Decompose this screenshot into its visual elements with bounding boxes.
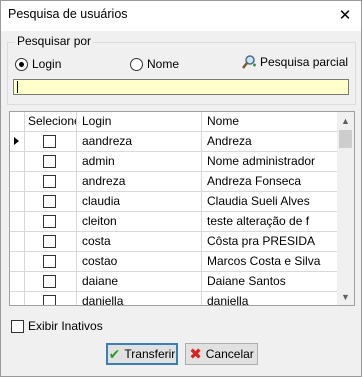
row-select-cell[interactable] bbox=[25, 172, 77, 191]
row-select-checkbox[interactable] bbox=[43, 275, 56, 288]
row-name-cell[interactable]: daniella bbox=[202, 292, 337, 305]
close-button[interactable]: ✕ bbox=[333, 4, 357, 26]
row-select-checkbox[interactable] bbox=[43, 215, 56, 228]
scroll-down-arrow-icon[interactable]: ▼ bbox=[337, 288, 354, 305]
row-select-cell[interactable] bbox=[25, 272, 77, 291]
table-row[interactable]: daiane Daiane Santos bbox=[10, 272, 337, 292]
row-select-checkbox[interactable] bbox=[43, 235, 56, 248]
text-caret bbox=[17, 81, 18, 93]
table-row[interactable]: costao Marcos Costa e Silva bbox=[10, 252, 337, 272]
row-login-cell[interactable]: andreza bbox=[77, 172, 202, 191]
radio-login-indicator[interactable] bbox=[15, 57, 28, 71]
row-indicator-cell bbox=[10, 192, 25, 211]
window-title: Pesquisa de usuários bbox=[8, 7, 128, 21]
row-name-cell[interactable]: Côsta pra PRESIDA bbox=[202, 232, 337, 251]
vertical-scrollbar[interactable]: ▲ ▼ bbox=[337, 112, 354, 305]
transfer-label: Transferir bbox=[124, 347, 176, 361]
show-inactive-label: Exibir Inativos bbox=[28, 319, 103, 333]
row-select-cell[interactable] bbox=[25, 252, 77, 271]
radio-name-label: Nome bbox=[147, 57, 180, 71]
row-name-cell[interactable]: Andreza bbox=[202, 132, 337, 151]
table-row[interactable]: aandreza Andreza bbox=[10, 132, 337, 152]
row-select-checkbox[interactable] bbox=[43, 175, 56, 188]
row-login-cell[interactable]: daniella bbox=[77, 292, 202, 305]
show-inactive-checkbox[interactable]: Exibir Inativos bbox=[11, 319, 103, 333]
row-select-checkbox[interactable] bbox=[43, 295, 56, 305]
table-row[interactable]: cleiton teste alteração de f bbox=[10, 212, 337, 232]
row-indicator-cell bbox=[10, 212, 25, 231]
row-select-checkbox[interactable] bbox=[43, 155, 56, 168]
search-by-group: Pesquisar por Login Nome Pesquisa parcia… bbox=[7, 34, 356, 105]
row-select-cell[interactable] bbox=[25, 212, 77, 231]
table-row[interactable]: admin Nome administrador bbox=[10, 152, 337, 172]
table-row[interactable]: costa Côsta pra PRESIDA bbox=[10, 232, 337, 252]
row-login-cell[interactable]: admin bbox=[77, 152, 202, 171]
radio-login[interactable]: Login bbox=[15, 57, 61, 71]
column-header-name[interactable]: Nome bbox=[202, 112, 337, 131]
close-icon: ✕ bbox=[338, 7, 352, 24]
row-select-cell[interactable] bbox=[25, 232, 77, 251]
row-select-cell[interactable] bbox=[25, 152, 77, 171]
radio-name-indicator[interactable] bbox=[130, 57, 143, 71]
row-indicator-cell bbox=[10, 172, 25, 191]
row-indicator-cell bbox=[10, 132, 25, 151]
radio-name[interactable]: Nome bbox=[130, 57, 179, 71]
partial-search-button[interactable]: Pesquisa parcial bbox=[241, 54, 348, 70]
cancel-button[interactable]: ✖ Cancelar bbox=[185, 343, 258, 365]
partial-search-label: Pesquisa parcial bbox=[260, 55, 349, 69]
checkmark-icon: ✔ bbox=[108, 346, 121, 362]
table-row[interactable]: daniella daniella bbox=[10, 292, 337, 305]
row-indicator-cell bbox=[10, 292, 25, 305]
grid-header: Selecione Login Nome bbox=[10, 112, 337, 132]
radio-login-label: Login bbox=[32, 57, 62, 71]
header-indicator-cell bbox=[10, 112, 25, 131]
row-name-cell[interactable]: Daiane Santos bbox=[202, 272, 337, 291]
show-inactive-box[interactable] bbox=[11, 319, 24, 333]
row-indicator-cell bbox=[10, 272, 25, 291]
row-name-cell[interactable]: Claudia Sueli Alves bbox=[202, 192, 337, 211]
row-indicator-cell bbox=[10, 152, 25, 171]
row-login-cell[interactable]: costao bbox=[77, 252, 202, 271]
row-login-cell[interactable]: aandreza bbox=[77, 132, 202, 151]
table-row[interactable]: claudia Claudia Sueli Alves bbox=[10, 192, 337, 212]
row-select-cell[interactable] bbox=[25, 192, 77, 211]
row-select-checkbox[interactable] bbox=[43, 135, 56, 148]
row-name-cell[interactable]: teste alteração de f bbox=[202, 212, 337, 231]
row-name-cell[interactable]: Andreza Fonseca bbox=[202, 172, 337, 191]
search-by-legend: Pesquisar por bbox=[15, 34, 94, 48]
row-select-checkbox[interactable] bbox=[43, 255, 56, 268]
row-login-cell[interactable]: daiane bbox=[77, 272, 202, 291]
current-row-indicator-icon bbox=[14, 137, 19, 145]
row-select-checkbox[interactable] bbox=[43, 195, 56, 208]
row-select-cell[interactable] bbox=[25, 292, 77, 305]
transfer-button[interactable]: ✔ Transferir bbox=[106, 343, 178, 365]
row-login-cell[interactable]: cleiton bbox=[77, 212, 202, 231]
row-indicator-cell bbox=[10, 232, 25, 251]
title-bar: Pesquisa de usuários ✕ bbox=[1, 1, 361, 31]
column-header-login[interactable]: Login bbox=[77, 112, 202, 131]
row-indicator-cell bbox=[10, 252, 25, 271]
cancel-label: Cancelar bbox=[205, 347, 254, 361]
table-row[interactable]: andreza Andreza Fonseca bbox=[10, 172, 337, 192]
search-input[interactable] bbox=[13, 79, 349, 95]
cancel-x-icon: ✖ bbox=[189, 345, 202, 363]
row-name-cell[interactable]: Nome administrador bbox=[202, 152, 337, 171]
row-select-cell[interactable] bbox=[25, 132, 77, 151]
row-login-cell[interactable]: claudia bbox=[77, 192, 202, 211]
column-header-select[interactable]: Selecione bbox=[25, 112, 77, 131]
row-login-cell[interactable]: costa bbox=[77, 232, 202, 251]
magnifier-icon bbox=[242, 55, 256, 69]
row-name-cell[interactable]: Marcos Costa e Silva bbox=[202, 252, 337, 271]
scroll-up-arrow-icon[interactable]: ▲ bbox=[337, 112, 354, 129]
users-grid[interactable]: Selecione Login Nome aandreza Andreza admi… bbox=[9, 111, 355, 306]
user-search-dialog: Pesquisa de usuários ✕ Pesquisar por Log… bbox=[0, 0, 362, 377]
scroll-thumb[interactable] bbox=[339, 130, 352, 148]
